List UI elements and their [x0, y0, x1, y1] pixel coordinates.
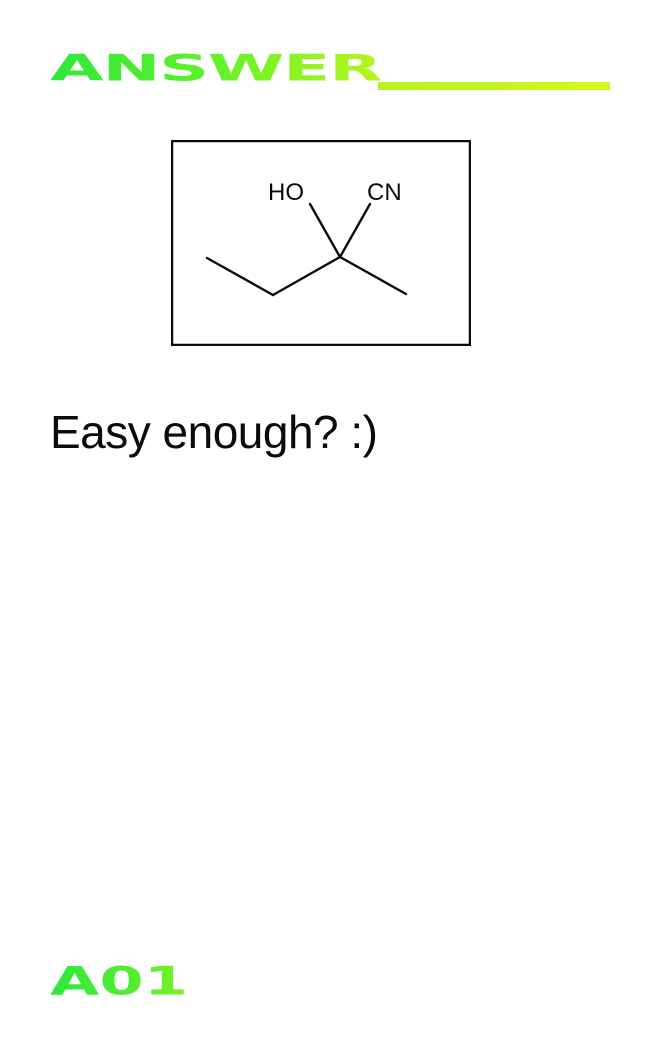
molecule-diagram: HO CN — [171, 140, 471, 346]
molecule-structure-card: HO CN — [171, 140, 471, 346]
card-frame — [171, 140, 471, 346]
headline-text: Easy enough? :) — [50, 406, 378, 458]
card-code: A01 — [50, 958, 189, 1005]
nitrile-label: CN — [367, 179, 402, 206]
answer-title: ANSWER — [50, 47, 383, 91]
hydroxyl-label: HO — [268, 179, 304, 206]
answer-header: ANSWER — [50, 46, 610, 92]
header-underline — [378, 82, 610, 90]
